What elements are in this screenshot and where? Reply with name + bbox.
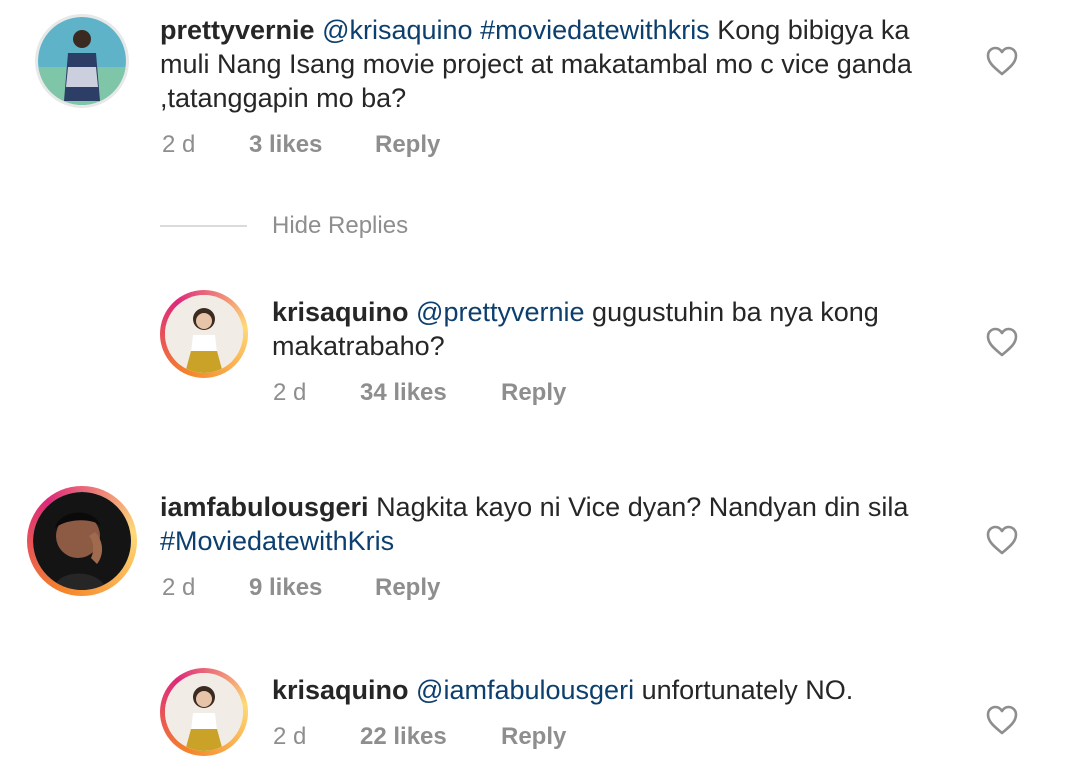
reply-button[interactable]: Reply (501, 723, 566, 751)
comment-likes[interactable]: 22 likes (360, 723, 501, 751)
comment-time: 2 d (273, 723, 307, 750)
avatar-krisaquino[interactable] (160, 290, 248, 378)
reply-button[interactable]: Reply (501, 379, 566, 407)
comment-username[interactable]: krisaquino (272, 297, 409, 327)
avatar-image (165, 673, 243, 751)
comment-text: iamfabulousgeri Nagkita kayo ni Vice dya… (160, 490, 960, 558)
avatar-krisaquino[interactable] (160, 668, 248, 756)
divider (160, 225, 247, 227)
avatar-image (38, 17, 126, 105)
comment-mention[interactable]: @iamfabulousgeri (416, 675, 634, 705)
heart-outline-icon[interactable] (985, 326, 1019, 358)
comment-time: 2 d (162, 131, 196, 158)
comment-text: krisaquino @prettyvernie gugustuhin ba n… (272, 295, 942, 363)
hide-replies-label[interactable]: Hide Replies (272, 212, 408, 240)
comment-text: prettyvernie @krisaquino #moviedatewithk… (160, 13, 950, 115)
comment-likes[interactable]: 9 likes (249, 574, 375, 602)
heart-outline-icon[interactable] (985, 704, 1019, 736)
comment-likes[interactable]: 34 likes (360, 379, 501, 407)
avatar-iamfabulousgeri[interactable] (27, 486, 137, 596)
comment-mention[interactable]: @prettyvernie (416, 297, 584, 327)
comment-meta: 2 d 3 likes Reply (162, 131, 440, 159)
comment-iamfabulousgeri: iamfabulousgeri Nagkita kayo ni Vice dya… (0, 480, 1076, 620)
comment-meta: 2 d 9 likes Reply (162, 574, 440, 602)
avatar-image (165, 295, 243, 373)
comment-mention[interactable]: @krisaquino (322, 15, 472, 45)
heart-outline-icon[interactable] (985, 45, 1019, 77)
heart-outline-icon[interactable] (985, 524, 1019, 556)
comment-likes[interactable]: 3 likes (249, 131, 375, 159)
comment-time: 2 d (162, 574, 196, 601)
comment-meta: 2 d 34 likes Reply (273, 379, 566, 407)
comment-body: unfortunately NO. (641, 675, 854, 705)
hide-replies-toggle[interactable]: Hide Replies (160, 212, 408, 240)
comment-username[interactable]: iamfabulousgeri (160, 492, 369, 522)
comment-username[interactable]: krisaquino (272, 675, 409, 705)
comment-body: Nagkita kayo ni Vice dyan? Nandyan din s… (376, 492, 909, 522)
comment-hashtag[interactable]: #MoviedatewithKris (160, 526, 394, 556)
comment-meta: 2 d 22 likes Reply (273, 723, 566, 751)
comment-time: 2 d (273, 379, 307, 406)
comment-prettyvernie: prettyvernie @krisaquino #moviedatewithk… (0, 0, 1076, 200)
reply-krisaquino-1: krisaquino @prettyvernie gugustuhin ba n… (0, 280, 1076, 420)
reply-button[interactable]: Reply (375, 131, 440, 159)
comment-username[interactable]: prettyvernie (160, 15, 315, 45)
avatar-image (33, 492, 131, 590)
reply-krisaquino-2: krisaquino @iamfabulousgeri unfortunatel… (0, 660, 1076, 777)
comment-hashtag[interactable]: #moviedatewithkris (480, 15, 710, 45)
reply-button[interactable]: Reply (375, 574, 440, 602)
comment-text: krisaquino @iamfabulousgeri unfortunatel… (272, 673, 942, 707)
avatar-prettyvernie[interactable] (35, 14, 129, 108)
